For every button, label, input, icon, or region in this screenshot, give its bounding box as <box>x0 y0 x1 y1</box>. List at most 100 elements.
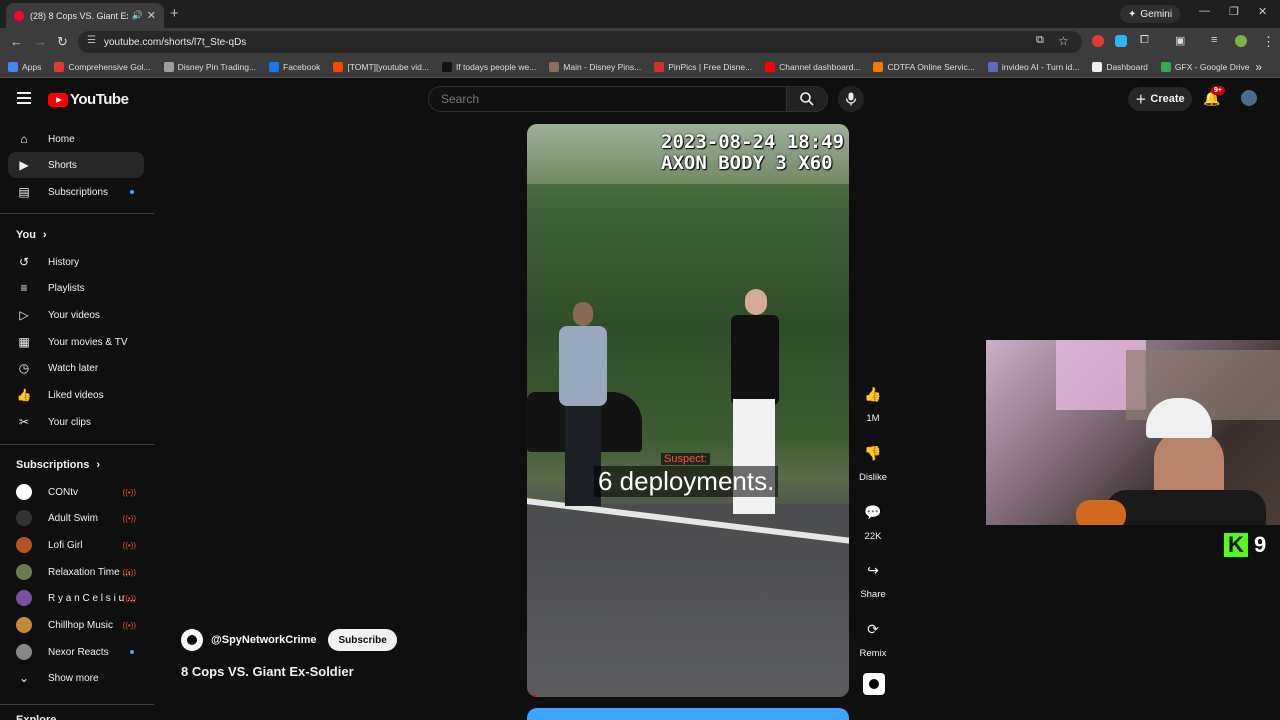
search-button[interactable] <box>786 86 828 112</box>
comments-button[interactable]: 💬 22K <box>856 497 890 543</box>
sidebar-item[interactable]: ⌂ Home <box>8 126 144 152</box>
media-controls-icon[interactable]: ≡ <box>1211 34 1217 46</box>
minimize-icon[interactable]: — <box>1199 5 1210 17</box>
sidebar-item[interactable]: ≡ Playlists <box>8 275 144 301</box>
subscription-channel[interactable]: Adult Swim ((•)) <box>8 505 144 531</box>
gemini-button[interactable]: ✦ Gemini <box>1120 5 1181 23</box>
bookmark-item[interactable]: Main - Disney Pins... <box>549 61 641 72</box>
speaker-icon[interactable]: 🔊 <box>132 10 143 21</box>
install-app-icon[interactable]: ⧉ <box>1036 34 1044 47</box>
bookmark-item[interactable]: Channel dashboard... <box>765 61 860 72</box>
bookmark-item[interactable]: If todays people we... <box>441 61 536 72</box>
channel-avatar <box>16 484 32 500</box>
browser-tab[interactable]: (28) 8 Cops VS. Giant Ex-Sol 🔊 ✕ <box>6 3 164 28</box>
subscription-channel[interactable]: Nexor Reacts <box>8 639 144 665</box>
next-short-preview[interactable] <box>527 708 849 720</box>
notifications-button[interactable]: 🔔 9+ <box>1203 86 1225 107</box>
sidebar-item[interactable]: ◷ Watch later <box>8 355 144 381</box>
subscription-channel[interactable]: R y a n C e l s i u ... ((•)) <box>8 585 144 611</box>
bookmark-favicon-icon <box>269 61 280 72</box>
channel-name[interactable]: @SpyNetworkCrime <box>211 634 316 646</box>
bookmark-item[interactable]: Dashboard <box>1092 61 1148 72</box>
close-tab-icon[interactable]: ✕ <box>147 9 156 22</box>
voice-search-button[interactable] <box>838 86 864 112</box>
video-progress-bar[interactable] <box>527 695 537 697</box>
profile-icon[interactable] <box>1235 35 1247 47</box>
sidebar-item[interactable]: ▷ Your videos <box>8 302 144 328</box>
sidebar-item-label: Watch later <box>48 362 99 374</box>
bookmark-star-icon[interactable]: ☆ <box>1058 34 1069 48</box>
bookmark-item[interactable]: Facebook <box>269 61 320 72</box>
sidebar-item[interactable]: ▤ Subscriptions <box>8 179 144 205</box>
dislike-button[interactable]: 👎 Dislike <box>856 438 890 484</box>
subscriptions-section-header[interactable]: Subscriptions › <box>16 459 100 471</box>
like-button[interactable]: 👍 1M <box>856 379 890 425</box>
live-indicator-icon: ((•)) <box>122 620 136 630</box>
remix-label: Remix <box>859 648 887 659</box>
subscribe-button[interactable]: Subscribe <box>328 629 397 651</box>
sidebar-item[interactable]: 👍 Liked videos <box>8 382 144 408</box>
you-section-header[interactable]: You › <box>16 229 47 241</box>
back-icon[interactable]: ← <box>10 34 23 49</box>
dislike-label: Dislike <box>859 472 887 483</box>
more-bookmarks-icon[interactable]: » <box>1255 60 1262 74</box>
site-info-icon[interactable]: ☰ <box>87 35 96 46</box>
url-text: youtube.com/shorts/l7t_Ste-qDs <box>104 36 247 48</box>
youtube-play-icon <box>48 92 68 107</box>
remix-button[interactable]: ⟳ Remix <box>856 614 890 660</box>
bookmark-item[interactable]: invideo AI - Turn id... <box>987 61 1079 72</box>
avatar[interactable] <box>1241 90 1257 106</box>
reload-icon[interactable]: ↻ <box>57 34 68 50</box>
playlists-icon: ≡ <box>20 281 28 295</box>
subscription-channel[interactable]: CONtv ((•)) <box>8 479 144 505</box>
bookmark-label: GFX - Google Drive <box>1174 61 1250 72</box>
forward-icon[interactable]: → <box>34 34 47 49</box>
bookmark-item[interactable]: Apps <box>8 61 41 72</box>
bodycam-date: 2023-08-24 18:49 <box>661 131 845 153</box>
short-title[interactable]: 8 Cops VS. Giant Ex-Soldier <box>181 664 354 679</box>
share-icon: ↪ <box>867 561 879 578</box>
bookmark-item[interactable]: PinPics | Free Disne... <box>654 61 752 72</box>
live-indicator-icon: ((•)) <box>122 567 136 577</box>
new-tab-icon[interactable]: + <box>170 5 179 22</box>
live-indicator-icon: ((•)) <box>122 593 136 603</box>
sidebar-item[interactable]: ▶ Shorts <box>8 152 144 178</box>
subscription-label: Relaxation Time ... <box>48 566 131 578</box>
extension-icon[interactable] <box>1115 35 1127 47</box>
thumbs-up-icon: 👍 <box>864 385 882 402</box>
bookmark-item[interactable]: Disney Pin Trading... <box>163 61 256 72</box>
channel-badge[interactable] <box>863 673 885 695</box>
you-section-header-label: You <box>16 229 36 241</box>
share-button[interactable]: ↪ Share <box>856 555 890 601</box>
subscription-channel[interactable]: Relaxation Time ... ((•)) <box>8 559 144 585</box>
short-video-player[interactable]: 2023-08-24 18:49 AXON BODY 3 X60 Suspect… <box>527 124 849 697</box>
restore-icon[interactable]: ❐ <box>1229 5 1239 18</box>
comment-count: 22K <box>864 531 882 542</box>
hamburger-menu-icon[interactable] <box>17 92 31 104</box>
bookmark-item[interactable]: CDTFA Online Servic... <box>873 61 975 72</box>
search-input[interactable] <box>428 86 786 112</box>
youtube-logo[interactable]: YouTube <box>48 91 129 108</box>
subscription-channel[interactable]: Chillhop Music ((•)) <box>8 612 144 638</box>
sidebar-item-label: Home <box>48 133 75 145</box>
channel-avatar[interactable] <box>181 629 203 651</box>
thumbs-up-icon: 👍 <box>16 388 32 402</box>
subscription-channel[interactable]: Lofi Girl ((•)) <box>8 532 144 558</box>
extensions-puzzle-icon[interactable]: ⧠ <box>1140 34 1149 47</box>
extension-icon[interactable] <box>1092 35 1104 47</box>
kebab-menu-icon[interactable]: ⋮ <box>1262 34 1275 50</box>
url-field[interactable]: ☰ youtube.com/shorts/l7t_Ste-qDs <box>78 31 1082 53</box>
sidebar-item[interactable]: ⌄ Show more <box>8 665 144 691</box>
sidebar-item[interactable]: ▦ Your movies & TV <box>8 329 144 355</box>
bookmark-item[interactable]: Comprehensive Gol... <box>54 61 151 72</box>
bookmark-item[interactable]: GFX - Google Drive <box>1160 61 1250 72</box>
create-button[interactable]: ＋ Create <box>1128 87 1192 111</box>
browser-tab-bar: (28) 8 Cops VS. Giant Ex-Sol 🔊 ✕ + ✦Gemi… <box>0 0 1280 28</box>
sidebar-item[interactable]: ✂ Your clips <box>8 409 144 435</box>
close-window-icon[interactable]: ✕ <box>1258 5 1267 18</box>
split-view-icon[interactable]: ▣ <box>1175 34 1185 47</box>
bookmark-item[interactable]: [TOMT][youtube vid... <box>333 61 429 72</box>
new-content-dot <box>130 190 134 194</box>
bookmark-favicon-icon <box>8 61 18 72</box>
sidebar-item[interactable]: ↺ History <box>8 249 144 275</box>
